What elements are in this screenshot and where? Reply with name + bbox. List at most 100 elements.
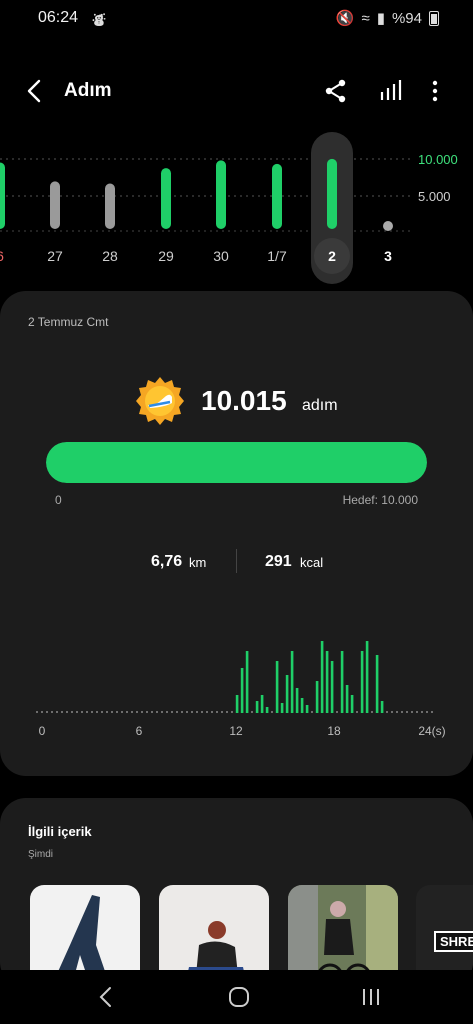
day-label-28[interactable]: 28	[90, 248, 130, 264]
day-bar-1/7	[272, 163, 282, 229]
hour-bar-66	[365, 641, 369, 713]
hour-dot-74	[406, 711, 408, 713]
hour-dot-7	[71, 711, 73, 713]
more-options-icon[interactable]	[425, 78, 445, 104]
hour-dot-3	[51, 711, 53, 713]
distance-value: 6,76	[151, 553, 183, 570]
hour-dot-18	[126, 711, 128, 713]
day-label-3[interactable]: 3	[368, 248, 408, 264]
day-label-27[interactable]: 27	[35, 248, 75, 264]
status-right: 🔇 ≈ ▮ %94	[336, 9, 439, 27]
day-bar-27	[50, 181, 60, 229]
day-label-2[interactable]: 2	[312, 248, 352, 264]
hour-dot-78	[426, 711, 428, 713]
hour-dot-19	[131, 711, 133, 713]
hour-dot-23	[151, 711, 153, 713]
battery-icon	[429, 10, 439, 26]
hour-dot-33	[201, 711, 203, 713]
day-bar-29	[161, 168, 171, 229]
day-bar-2	[327, 158, 337, 229]
hour-bar-58	[325, 651, 329, 713]
back-arrow-icon[interactable]	[22, 78, 48, 104]
day-bar-28	[105, 183, 115, 229]
hour-dot-27	[171, 711, 173, 713]
day-label-6[interactable]: 6	[0, 248, 20, 264]
nav-home-icon[interactable]	[228, 986, 250, 1008]
hour-bar-63	[350, 695, 354, 713]
notification-icon: ⛇	[92, 12, 106, 28]
nav-back-icon[interactable]	[96, 986, 116, 1008]
hour-bar-62	[345, 685, 349, 713]
hour-dot-4	[56, 711, 58, 713]
page-title: Adım	[64, 80, 112, 101]
hour-bar-65	[360, 651, 364, 713]
hour-dot-9	[81, 711, 83, 713]
hour-dot-14	[106, 711, 108, 713]
hour-dot-25	[161, 711, 163, 713]
hour-axis-label-4: 24(s)	[418, 724, 446, 738]
hour-dot-13	[101, 711, 103, 713]
hour-dot-39	[231, 711, 233, 713]
status-bar: 06:24 ⛇ 🔇 ≈ ▮ %94	[0, 0, 473, 36]
related-subtitle: Şimdi	[28, 849, 54, 860]
hour-dot-34	[206, 711, 208, 713]
day-label-30[interactable]: 30	[201, 248, 241, 264]
hour-bar-42	[245, 651, 249, 713]
hour-dot-35	[211, 711, 213, 713]
hour-dot-32	[196, 711, 198, 713]
app-header: Adım	[0, 60, 473, 120]
hour-bar-59	[330, 661, 334, 713]
progress-goal-label: Hedef: 10.000	[342, 493, 418, 507]
hour-bar-61	[340, 651, 344, 713]
hour-dot-36	[216, 711, 218, 713]
status-time: 06:24	[38, 9, 79, 26]
hour-bar-48	[275, 661, 279, 713]
nav-recent-apps-icon[interactable]	[360, 986, 382, 1008]
hour-bar-53	[300, 698, 304, 713]
hour-dot-71	[391, 711, 393, 713]
hour-dot-2	[46, 711, 48, 713]
hour-bar-68	[375, 655, 379, 713]
hour-dot-75	[411, 711, 413, 713]
hour-dot-15	[111, 711, 113, 713]
hour-dot-30	[186, 711, 188, 713]
hour-dot-31	[191, 711, 193, 713]
hour-dot-60	[336, 711, 338, 713]
hour-axis-label-1: 6	[135, 724, 143, 738]
goal-high-label: 10.000	[418, 152, 458, 167]
hour-dot-22	[146, 711, 148, 713]
hour-axis-label-2: 12	[229, 724, 243, 738]
related-content-card: İlgili içerik Şimdi SHRE	[0, 798, 473, 988]
hour-dot-6	[66, 711, 68, 713]
hour-bar-54	[305, 705, 309, 713]
step-progress-fill	[46, 442, 427, 483]
day-label-29[interactable]: 29	[146, 248, 186, 264]
hour-dot-8	[76, 711, 78, 713]
day-label-1/7[interactable]: 1/7	[257, 248, 297, 264]
hour-dot-67	[371, 711, 373, 713]
wifi-icon: ≈	[361, 9, 370, 27]
hour-axis-label-3: 18	[327, 724, 341, 738]
hour-dot-37	[221, 711, 223, 713]
hour-dot-73	[401, 711, 403, 713]
summary-date: 2 Temmuz Cmt	[28, 315, 109, 329]
hour-dot-72	[396, 711, 398, 713]
distance-unit: km	[189, 555, 207, 570]
share-icon[interactable]	[323, 78, 349, 104]
hour-dot-24	[156, 711, 158, 713]
hour-bar-46	[265, 707, 269, 713]
progress-min-label: 0	[55, 493, 62, 507]
hour-axis-label-0: 0	[38, 724, 46, 738]
system-navigation-bar	[0, 970, 473, 1024]
day-bar-6	[0, 162, 5, 229]
signal-icon: ▮	[376, 10, 385, 27]
day-bar-3	[383, 221, 393, 231]
hour-dot-12	[96, 711, 98, 713]
hour-bar-51	[290, 651, 294, 713]
hour-dot-21	[141, 711, 143, 713]
hour-bar-41	[240, 668, 244, 713]
mute-icon: 🔇	[335, 10, 355, 27]
shred-logo: SHRE	[434, 931, 473, 952]
bar-chart-icon[interactable]	[378, 78, 404, 104]
hour-dot-55	[311, 711, 313, 713]
